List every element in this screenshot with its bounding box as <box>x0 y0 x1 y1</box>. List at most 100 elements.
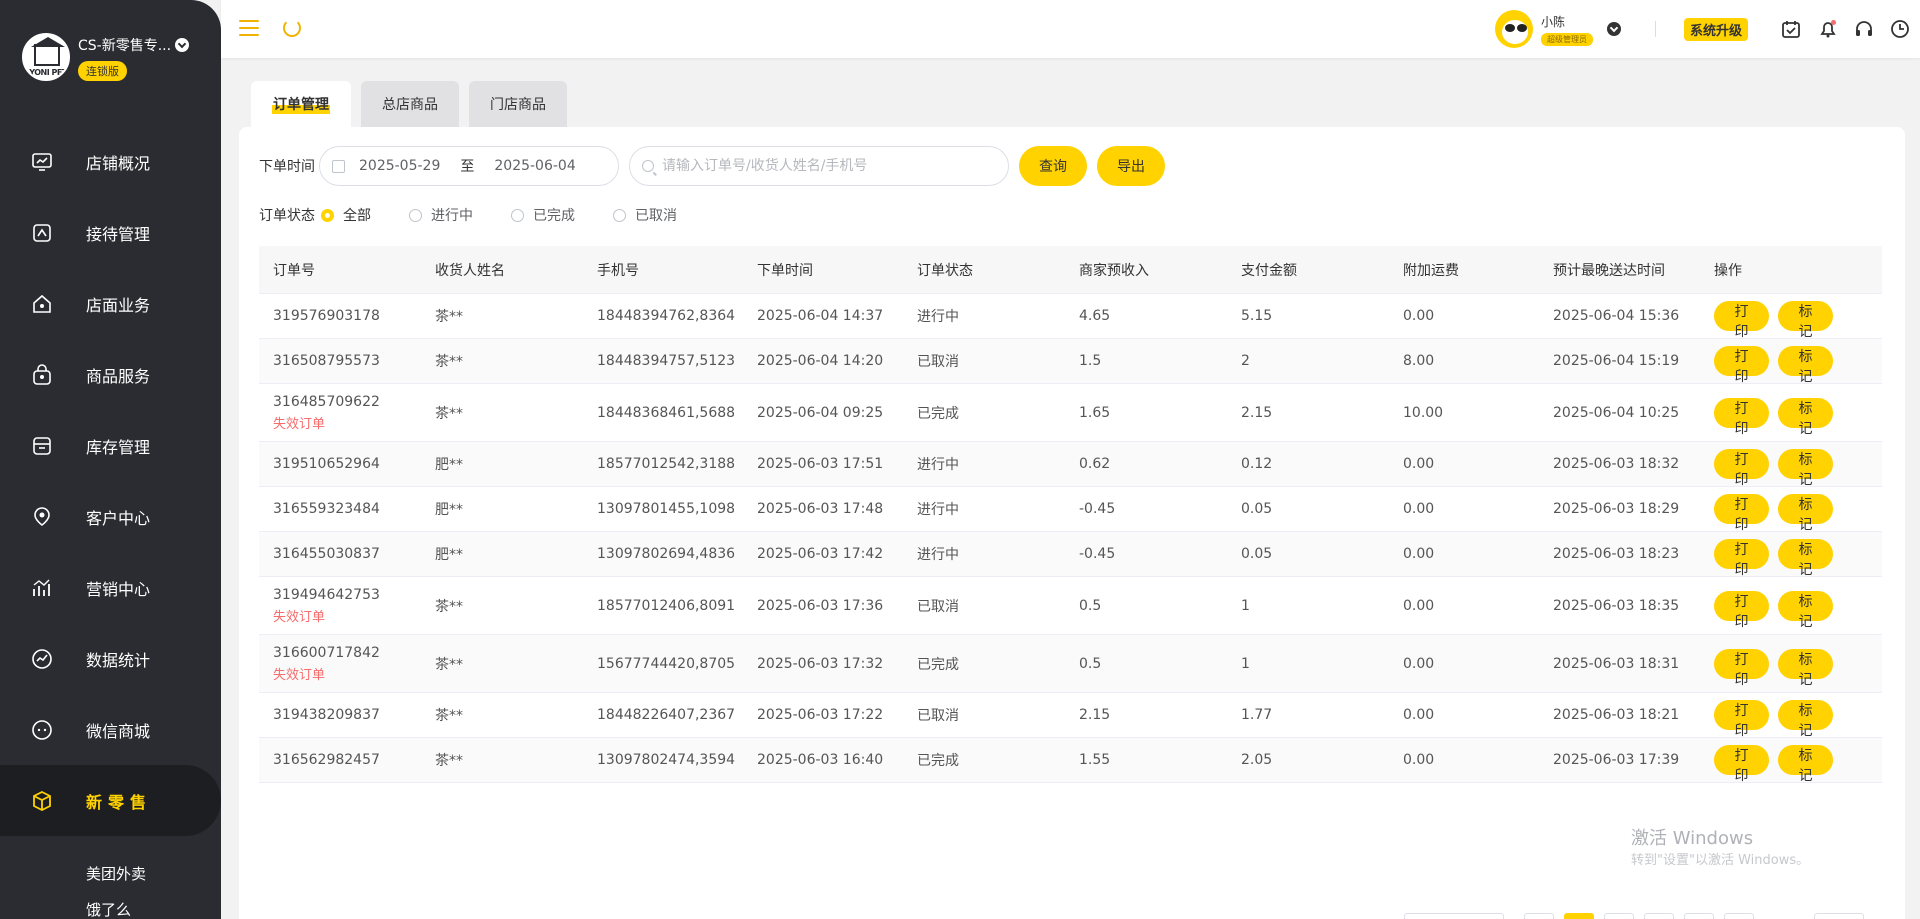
phone: 18448394762,8364 <box>597 308 736 324</box>
sidebar-subitem[interactable]: 美团外卖 <box>0 855 221 891</box>
export-button[interactable]: 导出 <box>1097 146 1165 186</box>
order-no: 319494642753 <box>273 586 380 603</box>
mark-button[interactable]: 标记 <box>1778 449 1833 488</box>
mark-button[interactable]: 标记 <box>1778 346 1833 385</box>
sidebar-item[interactable]: 接待管理 <box>0 197 221 268</box>
paid-amount: 0.05 <box>1241 546 1273 562</box>
mark-button[interactable]: 标记 <box>1778 590 1833 630</box>
print-button[interactable]: 打印 <box>1714 700 1769 739</box>
brand[interactable]: YONI PET CS-新零售专... 连锁版 <box>22 33 190 81</box>
date-start[interactable]: 2025-05-29 <box>359 158 440 174</box>
pager-page[interactable] <box>1564 913 1594 919</box>
status-radio[interactable]: 进行中 <box>409 205 473 225</box>
search-input[interactable] <box>662 158 982 174</box>
order-status: 进行中 <box>917 309 959 325</box>
print-button[interactable]: 打印 <box>1714 449 1769 488</box>
sidebar-item[interactable]: 店铺概况 <box>0 126 221 197</box>
order-no: 316562982457 <box>273 752 380 768</box>
status-filter: 订单状态 全部 进行中 已完成 已取消 <box>259 205 715 225</box>
mark-button[interactable]: 标记 <box>1778 397 1833 437</box>
radio-label: 已完成 <box>533 208 575 224</box>
tab[interactable]: 订单管理 <box>251 81 351 127</box>
query-button[interactable]: 查询 <box>1019 146 1087 186</box>
page-size-select[interactable] <box>1404 913 1504 919</box>
sidebar-item-label: 接待管理 <box>86 224 151 244</box>
date-end[interactable]: 2025-06-04 <box>494 158 575 174</box>
sidebar-item[interactable]: 新零售 <box>0 765 221 836</box>
menu-toggle-icon[interactable] <box>239 20 259 36</box>
print-button[interactable]: 打印 <box>1714 397 1769 437</box>
user-menu[interactable]: 小陈 超级管理员 <box>1495 10 1621 48</box>
reception-icon <box>30 221 54 245</box>
merchant-income: 2.15 <box>1079 707 1111 723</box>
brand-badge: 连锁版 <box>78 61 127 81</box>
actions-cell: 打印 标记 <box>1700 648 1842 688</box>
actions-cell: 打印 标记 <box>1700 494 1842 533</box>
pager-page[interactable] <box>1724 913 1754 919</box>
tab[interactable]: 门店商品 <box>469 81 567 127</box>
order-no: 316485709622 <box>273 393 380 410</box>
print-button[interactable]: 打印 <box>1714 590 1769 630</box>
actions-cell: 打印 标记 <box>1700 539 1842 578</box>
print-button[interactable]: 打印 <box>1714 745 1769 784</box>
pager-jump[interactable] <box>1814 913 1864 919</box>
mark-button[interactable]: 标记 <box>1778 301 1833 340</box>
refresh-icon[interactable] <box>283 19 301 37</box>
mark-button[interactable]: 标记 <box>1778 745 1833 784</box>
search-field[interactable] <box>629 146 1009 186</box>
order-status: 已取消 <box>917 708 959 724</box>
mark-button[interactable]: 标记 <box>1778 539 1833 578</box>
upgrade-button[interactable]: 系统升级 <box>1684 18 1749 41</box>
bell-icon[interactable] <box>1818 19 1838 39</box>
order-no-cell: 316508795573 <box>259 353 421 369</box>
calendar-icon[interactable] <box>1781 19 1801 39</box>
mark-button[interactable]: 标记 <box>1778 648 1833 688</box>
pager-page[interactable] <box>1604 913 1634 919</box>
mark-button[interactable]: 标记 <box>1778 494 1833 533</box>
phone: 18577012406,8091 <box>597 597 736 614</box>
sidebar-item[interactable]: 客户中心 <box>0 481 221 552</box>
paid-amount: 2 <box>1241 353 1250 369</box>
store-icon <box>30 292 54 316</box>
order-no-cell: 319576903178 <box>259 308 421 324</box>
status-radio[interactable]: 全部 <box>321 205 371 225</box>
tab-label: 订单管理 <box>272 94 330 114</box>
eta-time: 2025-06-04 15:19 <box>1553 353 1680 369</box>
sidebar-item[interactable]: 微信商城 <box>0 694 221 765</box>
merchant-income: 0.5 <box>1079 597 1102 614</box>
merchant-income: 4.65 <box>1079 308 1111 324</box>
order-no-cell: 316562982457 <box>259 752 421 768</box>
print-button[interactable]: 打印 <box>1714 648 1769 688</box>
chevron-down-icon[interactable] <box>1607 22 1621 36</box>
print-button[interactable]: 打印 <box>1714 301 1769 340</box>
order-time: 2025-06-03 16:40 <box>757 752 884 768</box>
mark-button[interactable]: 标记 <box>1778 700 1833 739</box>
table-row: 316600717842 失效订单 茶** 15677744420,8705 2025-… <box>259 635 1882 693</box>
phone: 18448226407,2367 <box>597 707 736 723</box>
tab[interactable]: 总店商品 <box>361 81 459 127</box>
order-time: 2025-06-03 17:32 <box>757 655 884 672</box>
chevron-down-icon[interactable] <box>175 38 190 52</box>
sidebar-item[interactable]: 营销中心 <box>0 552 221 623</box>
sidebar-item[interactable]: 库存管理 <box>0 410 221 481</box>
clock-icon[interactable] <box>1890 19 1910 39</box>
order-status: 已完成 <box>917 753 959 769</box>
status-radio[interactable]: 已取消 <box>613 205 677 225</box>
sidebar-item[interactable]: 数据统计 <box>0 623 221 694</box>
print-button[interactable]: 打印 <box>1714 539 1769 578</box>
sidebar-item[interactable]: 店面业务 <box>0 268 221 339</box>
extra-fee: 0.00 <box>1403 456 1435 472</box>
radio-label: 进行中 <box>431 208 473 224</box>
print-button[interactable]: 打印 <box>1714 494 1769 533</box>
status-radio[interactable]: 已完成 <box>511 205 575 225</box>
order-time: 2025-06-03 17:51 <box>757 456 884 472</box>
pager-page[interactable] <box>1684 913 1714 919</box>
actions-cell: 打印 标记 <box>1700 745 1842 784</box>
pager-page[interactable] <box>1644 913 1674 919</box>
date-range-picker[interactable]: 2025-05-29 至 2025-06-04 <box>319 146 619 186</box>
sidebar-subitem[interactable]: 饿了么 <box>0 891 221 919</box>
pager-prev[interactable] <box>1524 913 1554 919</box>
print-button[interactable]: 打印 <box>1714 346 1769 385</box>
sidebar-item[interactable]: 商品服务 <box>0 339 221 410</box>
headset-icon[interactable] <box>1854 19 1874 39</box>
